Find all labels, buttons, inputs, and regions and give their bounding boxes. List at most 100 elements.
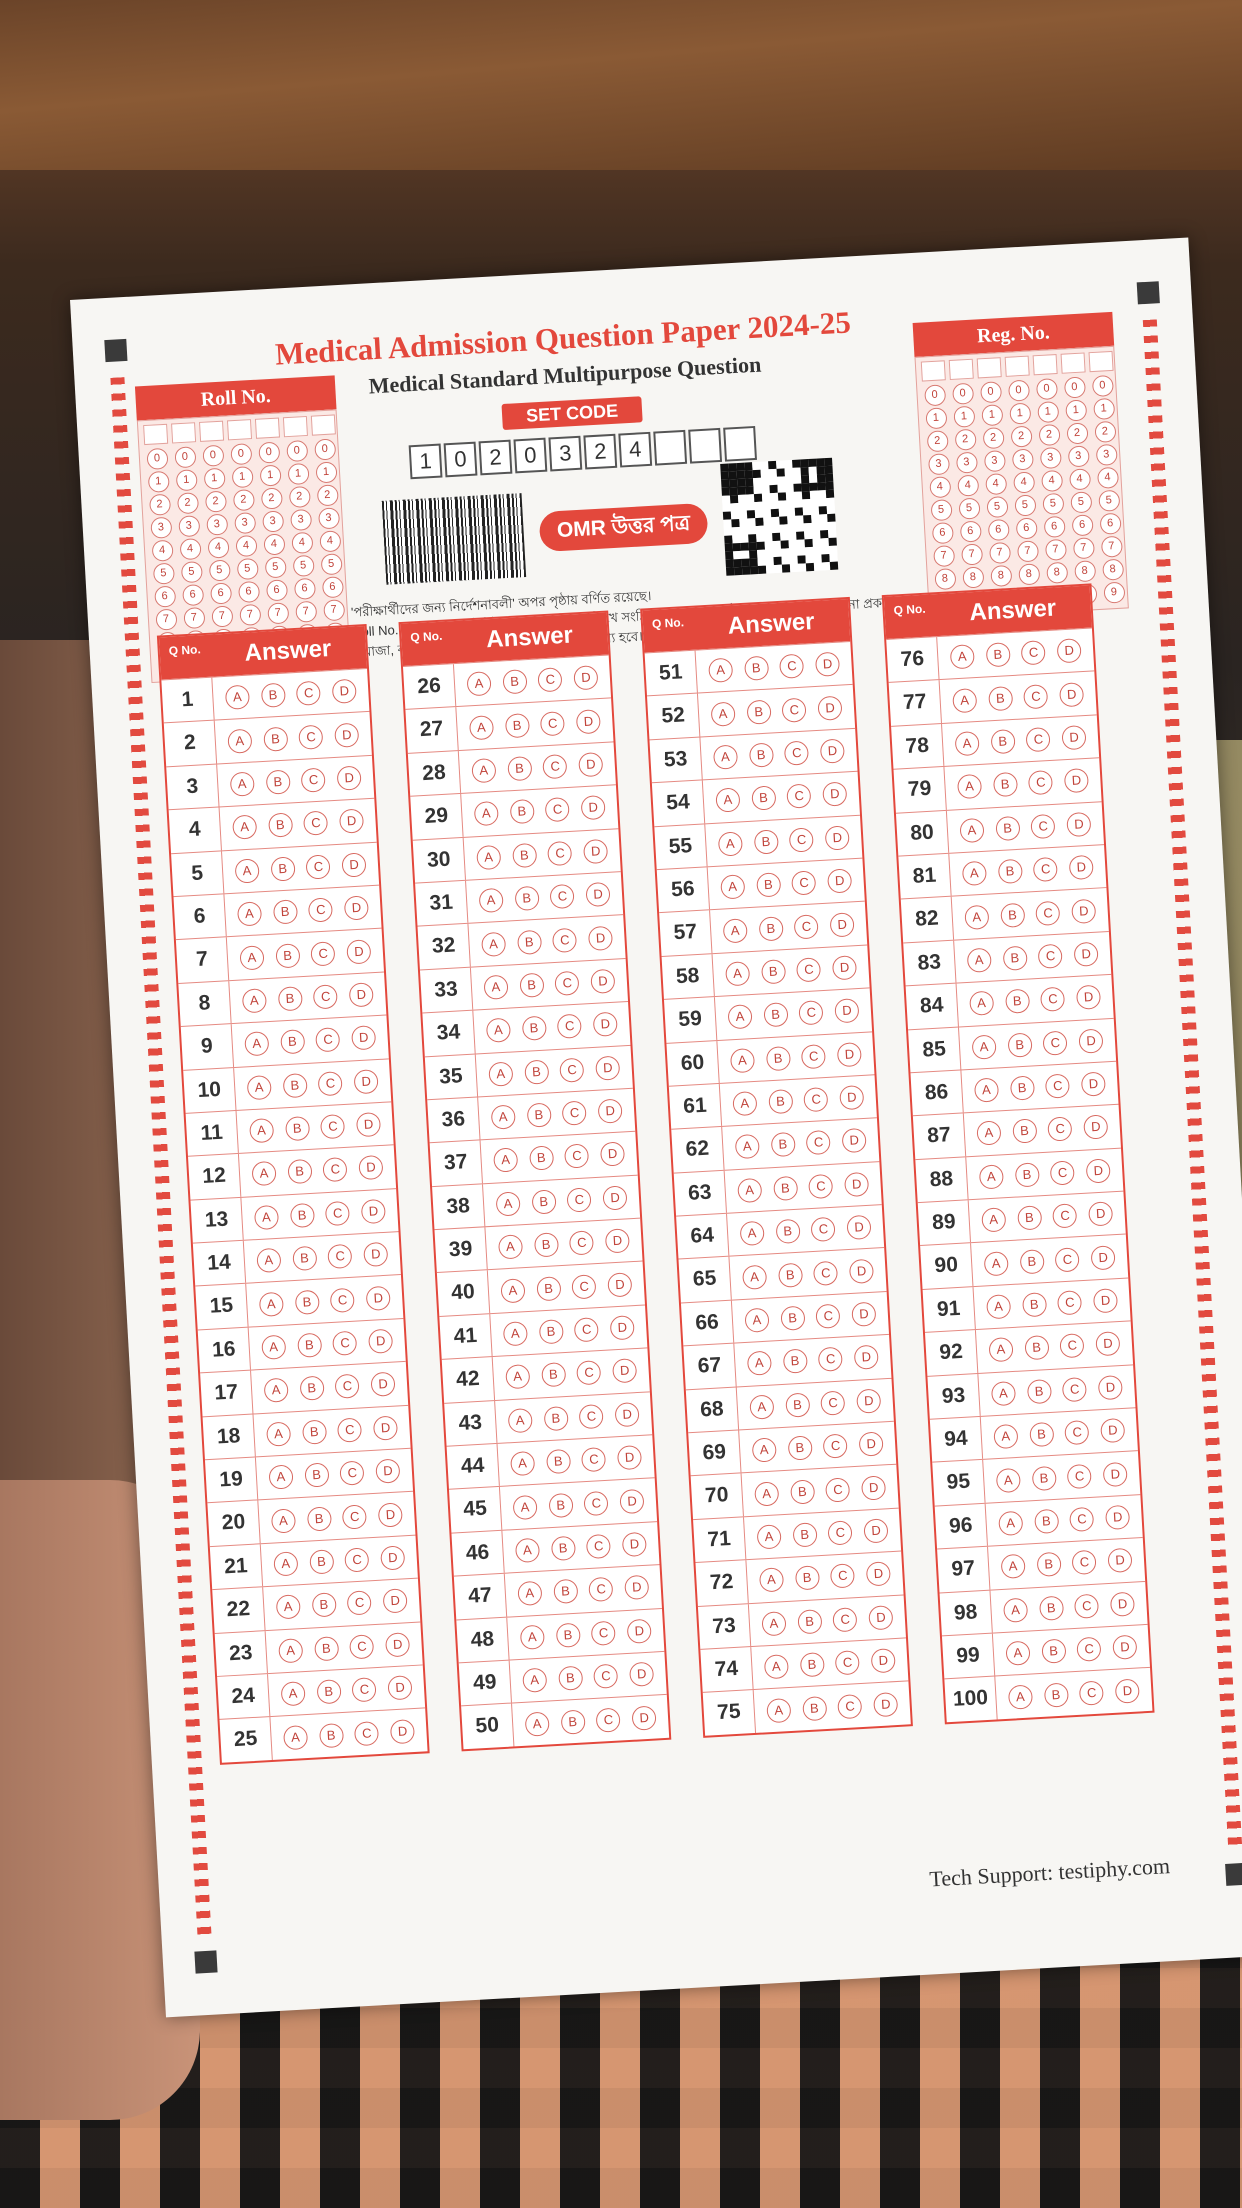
digit-write-box[interactable] xyxy=(1004,355,1030,377)
answer-bubble-d[interactable]: D xyxy=(844,1171,870,1197)
answer-bubble-a[interactable]: A xyxy=(280,1681,306,1707)
answer-bubble-a[interactable]: A xyxy=(490,1104,516,1130)
digit-bubble[interactable]: 3 xyxy=(289,508,312,532)
answer-bubble-b[interactable]: B xyxy=(1014,1162,1040,1188)
answer-bubble-b[interactable]: B xyxy=(748,742,774,768)
digit-write-box[interactable] xyxy=(254,417,281,439)
answer-bubble-a[interactable]: A xyxy=(519,1624,545,1650)
answer-bubble-a[interactable]: A xyxy=(263,1377,289,1404)
answer-bubble-b[interactable]: B xyxy=(985,642,1011,668)
answer-bubble-c[interactable]: C xyxy=(813,1260,839,1286)
answer-bubble-c[interactable]: C xyxy=(830,1563,856,1589)
answer-bubble-d[interactable]: D xyxy=(365,1285,391,1311)
answer-bubble-c[interactable]: C xyxy=(1059,1333,1085,1359)
answer-bubble-c[interactable]: C xyxy=(808,1173,834,1199)
answer-bubble-c[interactable]: C xyxy=(1062,1376,1088,1403)
answer-bubble-a[interactable]: A xyxy=(720,874,746,900)
answer-bubble-c[interactable]: C xyxy=(298,724,324,750)
digit-bubble[interactable]: 1 xyxy=(1008,402,1031,425)
answer-bubble-a[interactable]: A xyxy=(715,787,741,814)
answer-bubble-b[interactable]: B xyxy=(545,1449,571,1475)
answer-bubble-a[interactable]: A xyxy=(282,1724,309,1750)
answer-bubble-d[interactable]: D xyxy=(336,765,362,791)
digit-bubble[interactable]: 0 xyxy=(229,443,252,466)
answer-bubble-b[interactable]: B xyxy=(518,972,545,998)
answer-bubble-a[interactable]: A xyxy=(1007,1684,1033,1710)
digit-bubble[interactable]: 5 xyxy=(1041,492,1064,516)
digit-bubble[interactable]: 6 xyxy=(293,577,316,600)
answer-bubble-a[interactable]: A xyxy=(241,988,267,1014)
answer-bubble-d[interactable]: D xyxy=(1073,941,1099,967)
answer-bubble-c[interactable]: C xyxy=(825,1476,851,1503)
answer-bubble-a[interactable]: A xyxy=(473,801,499,827)
answer-bubble-b[interactable]: B xyxy=(772,1175,798,1201)
digit-bubble[interactable]: 1 xyxy=(1092,397,1115,421)
answer-bubble-d[interactable]: D xyxy=(372,1415,399,1441)
answer-bubble-c[interactable]: C xyxy=(1047,1116,1073,1143)
digit-bubble[interactable]: 0 xyxy=(1035,378,1058,401)
answer-bubble-a[interactable]: A xyxy=(951,687,978,713)
answer-bubble-d[interactable]: D xyxy=(355,1112,382,1138)
answer-bubble-d[interactable]: D xyxy=(375,1458,401,1484)
digit-bubble[interactable]: 1 xyxy=(1036,401,1059,424)
answer-bubble-b[interactable]: B xyxy=(501,669,528,695)
answer-bubble-c[interactable]: C xyxy=(803,1087,829,1113)
answer-bubble-a[interactable]: A xyxy=(1005,1640,1031,1667)
answer-bubble-c[interactable]: C xyxy=(1030,813,1056,839)
digit-bubble[interactable]: 4 xyxy=(318,530,341,553)
answer-bubble-c[interactable]: C xyxy=(1025,726,1052,753)
answer-bubble-b[interactable]: B xyxy=(289,1202,315,1228)
answer-bubble-d[interactable]: D xyxy=(621,1531,648,1558)
answer-bubble-d[interactable]: D xyxy=(573,665,599,691)
digit-bubble[interactable]: 2 xyxy=(1093,420,1117,444)
answer-bubble-a[interactable]: A xyxy=(512,1494,538,1520)
answer-bubble-d[interactable]: D xyxy=(616,1445,643,1471)
answer-bubble-d[interactable]: D xyxy=(595,1055,621,1081)
digit-bubble[interactable]: 7 xyxy=(322,599,345,622)
answer-bubble-b[interactable]: B xyxy=(767,1089,794,1115)
answer-bubble-a[interactable]: A xyxy=(239,944,265,971)
digit-bubble[interactable]: 6 xyxy=(265,579,288,602)
digit-bubble[interactable]: 4 xyxy=(206,536,230,559)
answer-bubble-d[interactable]: D xyxy=(1112,1634,1138,1661)
answer-bubble-d[interactable]: D xyxy=(609,1315,636,1341)
answer-bubble-a[interactable]: A xyxy=(275,1594,301,1620)
answer-bubble-a[interactable]: A xyxy=(258,1291,284,1317)
answer-bubble-a[interactable]: A xyxy=(966,947,992,973)
answer-bubble-a[interactable]: A xyxy=(763,1654,789,1680)
answer-bubble-b[interactable]: B xyxy=(784,1392,811,1418)
answer-bubble-b[interactable]: B xyxy=(311,1592,337,1618)
digit-bubble[interactable]: 5 xyxy=(930,499,953,522)
answer-bubble-d[interactable]: D xyxy=(578,751,604,778)
answer-bubble-d[interactable]: D xyxy=(1100,1418,1126,1444)
answer-bubble-c[interactable]: C xyxy=(327,1244,353,1270)
answer-bubble-d[interactable]: D xyxy=(853,1344,880,1371)
answer-bubble-d[interactable]: D xyxy=(380,1545,406,1571)
digit-bubble[interactable]: 3 xyxy=(205,513,228,536)
answer-bubble-b[interactable]: B xyxy=(789,1478,815,1505)
answer-bubble-b[interactable]: B xyxy=(521,1015,547,1042)
answer-bubble-c[interactable]: C xyxy=(1054,1246,1081,1273)
answer-bubble-b[interactable]: B xyxy=(531,1189,557,1215)
answer-bubble-c[interactable]: C xyxy=(791,870,817,896)
answer-bubble-a[interactable]: A xyxy=(724,961,751,987)
answer-bubble-b[interactable]: B xyxy=(1033,1508,1059,1535)
answer-bubble-c[interactable]: C xyxy=(564,1143,590,1170)
answer-bubble-a[interactable]: A xyxy=(492,1147,519,1174)
answer-bubble-a[interactable]: A xyxy=(514,1537,541,1564)
answer-bubble-b[interactable]: B xyxy=(506,755,533,782)
answer-bubble-a[interactable]: A xyxy=(959,817,985,843)
answer-bubble-b[interactable]: B xyxy=(555,1622,581,1648)
answer-bubble-c[interactable]: C xyxy=(586,1533,612,1560)
answer-bubble-a[interactable]: A xyxy=(524,1711,550,1737)
answer-bubble-c[interactable]: C xyxy=(1020,640,1047,666)
answer-bubble-b[interactable]: B xyxy=(260,682,286,709)
answer-bubble-a[interactable]: A xyxy=(224,684,250,711)
answer-bubble-b[interactable]: B xyxy=(560,1709,586,1735)
digit-bubble[interactable]: 1 xyxy=(924,407,948,430)
answer-bubble-a[interactable]: A xyxy=(522,1667,548,1694)
answer-bubble-b[interactable]: B xyxy=(523,1059,550,1085)
answer-bubble-b[interactable]: B xyxy=(779,1305,806,1331)
digit-bubble[interactable]: 3 xyxy=(317,507,340,530)
digit-bubble[interactable]: 1 xyxy=(175,469,198,492)
